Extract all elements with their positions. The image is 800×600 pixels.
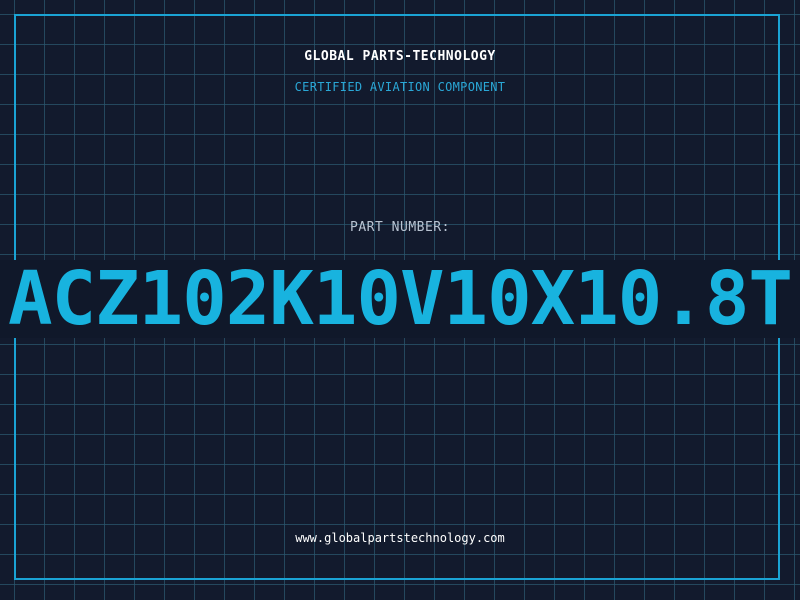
part-number-value: ACZ102K10V10X10.8T — [8, 260, 793, 338]
website-link[interactable]: www.globalpartstechnology.com — [0, 531, 800, 545]
company-name: GLOBAL PARTS-TECHNOLOGY — [304, 49, 496, 64]
part-number-label: PART NUMBER: — [350, 220, 450, 235]
part-number-band: ACZ102K10V10X10.8T — [0, 260, 800, 338]
subtitle: CERTIFIED AVIATION COMPONENT — [294, 80, 506, 94]
